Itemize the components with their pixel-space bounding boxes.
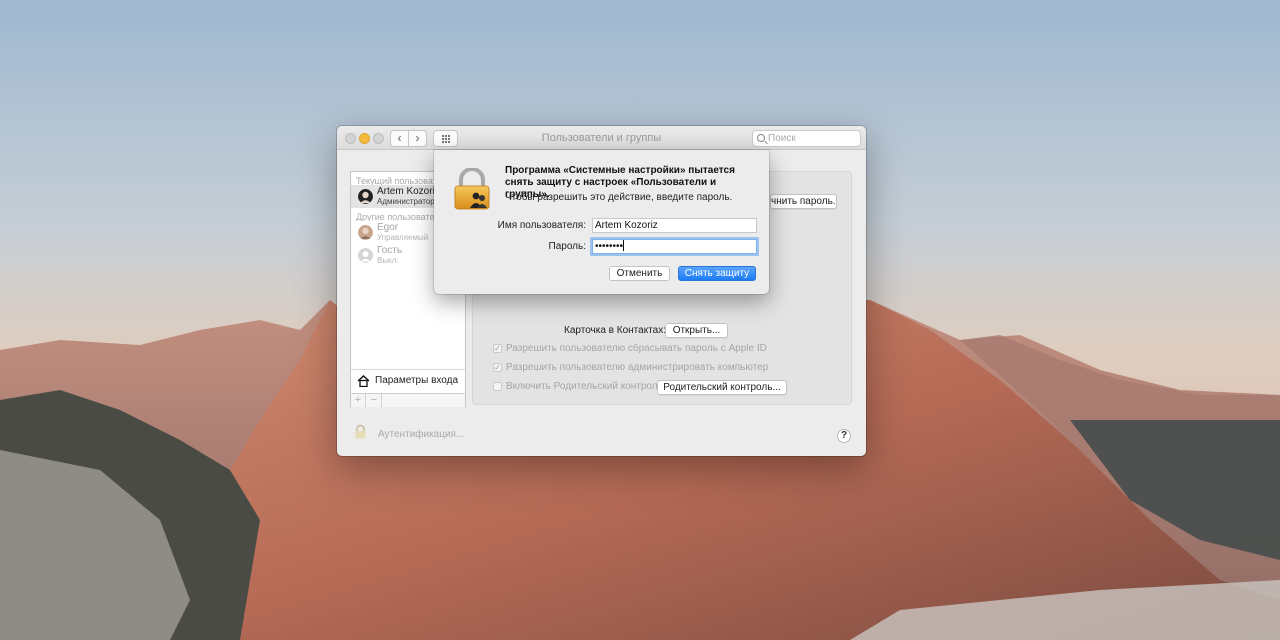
user-role: Выкл. xyxy=(377,256,399,265)
window-title: Пользователи и группы xyxy=(541,132,662,144)
user-role: Администратор xyxy=(377,197,435,206)
unlock-button[interactable]: Снять защиту xyxy=(678,266,756,281)
authentication-text: Аутентификация... xyxy=(378,429,465,440)
password-value: •••••••• xyxy=(595,241,624,252)
zoom-window-button[interactable] xyxy=(373,133,384,144)
forward-button[interactable]: › xyxy=(408,130,427,147)
admin-label: Разрешить пользователю администрировать … xyxy=(506,362,769,373)
login-options-label: Параметры входа xyxy=(375,375,459,386)
parental-controls-checkbox[interactable] xyxy=(493,382,502,391)
show-all-grid-button[interactable] xyxy=(433,130,458,147)
login-options-item[interactable]: Параметры входа xyxy=(351,369,465,392)
username-label: Имя пользователя: xyxy=(497,220,586,231)
cancel-button[interactable]: Отменить xyxy=(609,266,670,281)
contacts-card-label: Карточка в Контактах: xyxy=(564,325,667,336)
lock-icon xyxy=(355,424,366,439)
change-password-button[interactable]: чнить пароль... xyxy=(770,194,837,209)
house-icon xyxy=(357,375,370,387)
parental-controls-button[interactable]: Родительский контроль... xyxy=(657,380,787,395)
user-name: Artem Kozoriz xyxy=(377,186,440,197)
parental-controls-label: Включить Родительский контроль xyxy=(506,381,663,392)
username-field[interactable]: Artem Kozoriz xyxy=(592,218,757,233)
add-user-button[interactable]: + xyxy=(351,394,366,407)
back-button[interactable]: ‹ xyxy=(390,130,409,147)
user-name: Гость xyxy=(377,245,403,256)
add-remove-bar: + − xyxy=(351,393,465,407)
guest-avatar-icon xyxy=(358,248,373,263)
password-field[interactable]: •••••••• xyxy=(592,239,757,254)
remove-user-button[interactable]: − xyxy=(367,394,382,407)
title-bar: ‹ › Пользователи и группы Поиск xyxy=(337,126,866,150)
user-role: Управляемый xyxy=(377,233,429,242)
authentication-dialog: Программа «Системные настройки» пытается… xyxy=(434,150,769,294)
password-label: Пароль: xyxy=(548,241,586,252)
admin-checkbox[interactable]: ✓ xyxy=(493,363,502,372)
padlock-users-icon xyxy=(454,168,490,210)
user-name: Egor xyxy=(377,222,399,233)
reset-password-checkbox[interactable]: ✓ xyxy=(493,344,502,353)
search-placeholder: Поиск xyxy=(768,133,796,144)
search-icon xyxy=(757,134,765,142)
user-avatar xyxy=(358,225,373,240)
user-avatar xyxy=(358,189,373,204)
help-button[interactable]: ? xyxy=(837,429,851,443)
open-contacts-button[interactable]: Открыть... xyxy=(665,323,728,338)
reset-password-label: Разрешить пользователю сбрасывать пароль… xyxy=(506,343,767,354)
minimize-window-button[interactable] xyxy=(359,133,370,144)
text-caret xyxy=(623,240,625,251)
dialog-subtitle: Чтобы разрешить это действие, введите па… xyxy=(505,192,733,203)
search-field[interactable]: Поиск xyxy=(752,130,861,147)
close-window-button[interactable] xyxy=(345,133,356,144)
